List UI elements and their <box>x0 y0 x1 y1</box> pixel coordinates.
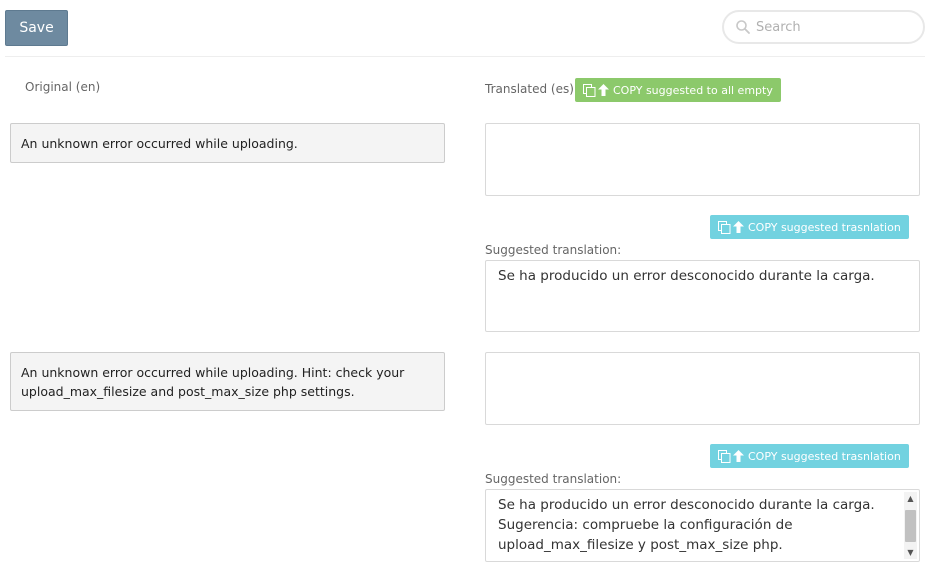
search-icon <box>736 20 750 34</box>
suggested-translation-content-2: Se ha producido un error desconocido dur… <box>498 497 875 553</box>
translated-column-label: Translated (es) <box>485 82 574 96</box>
scroll-up-arrow-icon[interactable]: ▲ <box>904 492 917 505</box>
suggested-translation-text-1[interactable]: Se ha producido un error desconocido dur… <box>485 260 920 332</box>
arrow-up-icon <box>598 84 609 96</box>
original-text-1: An unknown error occurred while uploadin… <box>10 123 445 163</box>
arrow-up-icon <box>733 450 744 462</box>
save-button[interactable]: Save <box>5 10 68 46</box>
suggested-translation-label-1: Suggested translation: <box>485 243 622 257</box>
original-text-2: An unknown error occurred while uploadin… <box>10 352 445 411</box>
copy-suggested-translation-label: COPY suggested trasnlation <box>748 220 901 234</box>
copy-icon <box>718 449 731 463</box>
search-input[interactable] <box>756 14 916 40</box>
copy-suggested-translation-label: COPY suggested trasnlation <box>748 449 901 463</box>
copy-suggested-to-all-label: COPY suggested to all empty <box>613 83 773 97</box>
copy-suggested-translation-button-1[interactable]: COPY suggested trasnlation <box>710 215 909 239</box>
scroll-thumb[interactable] <box>905 510 916 542</box>
copy-icon <box>718 220 731 234</box>
copy-icon <box>583 83 596 97</box>
translation-input-2[interactable] <box>485 352 920 425</box>
suggested-translation-label-2: Suggested translation: <box>485 472 622 486</box>
scrollbar[interactable]: ▲ ▼ <box>904 492 917 559</box>
translation-input-1[interactable] <box>485 123 920 196</box>
arrow-up-icon <box>733 221 744 233</box>
copy-suggested-translation-button-2[interactable]: COPY suggested trasnlation <box>710 444 909 468</box>
toolbar-divider <box>5 56 925 57</box>
suggested-translation-text-2[interactable]: Se ha producido un error desconocido dur… <box>485 489 920 562</box>
copy-suggested-to-all-button[interactable]: COPY suggested to all empty <box>575 78 781 102</box>
scroll-down-arrow-icon[interactable]: ▼ <box>904 546 917 559</box>
original-column-label: Original (en) <box>25 80 101 94</box>
